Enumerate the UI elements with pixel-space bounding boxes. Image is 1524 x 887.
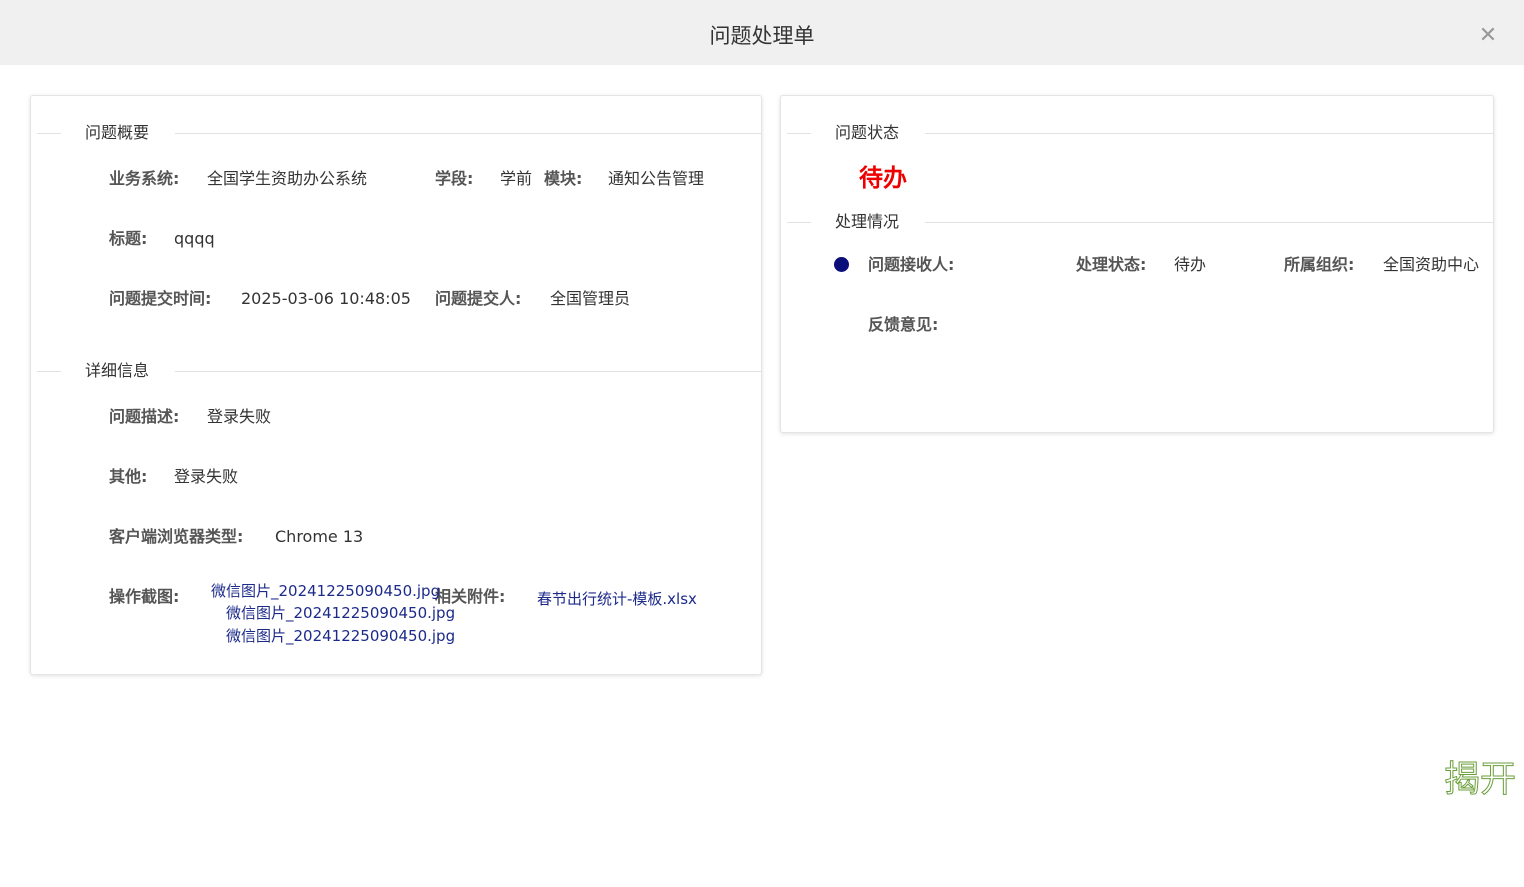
screenshot-link[interactable]: 微信图片_20241225090450.jpg <box>211 580 440 601</box>
overview-section-title: 问题概要 <box>85 123 150 142</box>
divider <box>37 133 61 134</box>
screenshot-link[interactable]: 微信图片_20241225090450.jpg <box>226 625 455 646</box>
submitter-label: 问题提交人: <box>435 289 522 308</box>
desc-label: 问题描述: <box>109 407 180 426</box>
divider <box>787 133 811 134</box>
handling-section-title: 处理情况 <box>835 212 900 231</box>
system-value: 全国学生资助办公系统 <box>207 169 368 188</box>
modal-header: 问题处理单 ✕ <box>0 0 1524 65</box>
feedback-label: 反馈意见: <box>868 315 939 334</box>
divider <box>175 371 761 372</box>
modal-title: 问题处理单 <box>709 24 815 48</box>
details-section-title: 详细信息 <box>85 361 150 380</box>
org-label: 所属组织: <box>1284 255 1355 274</box>
browser-value: Chrome 13 <box>275 527 364 546</box>
system-label: 业务系统: <box>109 169 180 188</box>
issue-detail-card: 问题概要 业务系统: 全国学生资助办公系统 学段: 学前 模块: 通知公告管理 … <box>30 95 762 675</box>
status-section-header: 问题状态 <box>787 122 1493 144</box>
receiver-label: 问题接收人: <box>868 255 955 274</box>
timeline-dot-icon <box>834 257 849 272</box>
status-value: 待办 <box>859 164 907 192</box>
divider <box>925 222 1493 223</box>
org-value: 全国资助中心 <box>1383 255 1480 274</box>
stage-label: 学段: <box>435 169 474 188</box>
issue-status-card: 问题状态 待办 处理情况 问题接收人: 处理状态: 待办 所属组织: 全国资助中… <box>780 95 1494 433</box>
module-label: 模块: <box>544 169 583 188</box>
attachment-link[interactable]: 春节出行统计-模板.xlsx <box>537 588 697 609</box>
handling-section-header: 处理情况 <box>787 211 1493 233</box>
submit-time-label: 问题提交时间: <box>109 289 212 308</box>
stage-value: 学前 <box>500 169 533 188</box>
watermark-text: 揭开 <box>1443 759 1517 801</box>
desc-value: 登录失败 <box>207 407 272 426</box>
divider <box>787 222 811 223</box>
divider <box>925 133 1493 134</box>
title-value: qqqq <box>174 229 215 248</box>
close-icon[interactable]: ✕ <box>1474 22 1502 50</box>
details-section-header: 详细信息 <box>37 360 761 382</box>
browser-label: 客户端浏览器类型: <box>109 527 244 546</box>
submit-time-value: 2025-03-06 10:48:05 <box>241 289 411 308</box>
module-value: 通知公告管理 <box>608 169 705 188</box>
title-label: 标题: <box>109 229 148 248</box>
screenshot-label: 操作截图: <box>109 587 180 606</box>
status-section-title: 问题状态 <box>835 123 900 142</box>
divider <box>175 133 761 134</box>
overview-section-header: 问题概要 <box>37 122 761 144</box>
screenshot-link[interactable]: 微信图片_20241225090450.jpg <box>226 602 455 623</box>
handle-state-value: 待办 <box>1174 255 1207 274</box>
divider <box>37 371 61 372</box>
submitter-value: 全国管理员 <box>550 289 631 308</box>
other-label: 其他: <box>109 467 148 486</box>
other-value: 登录失败 <box>174 467 239 486</box>
handle-state-label: 处理状态: <box>1076 255 1147 274</box>
